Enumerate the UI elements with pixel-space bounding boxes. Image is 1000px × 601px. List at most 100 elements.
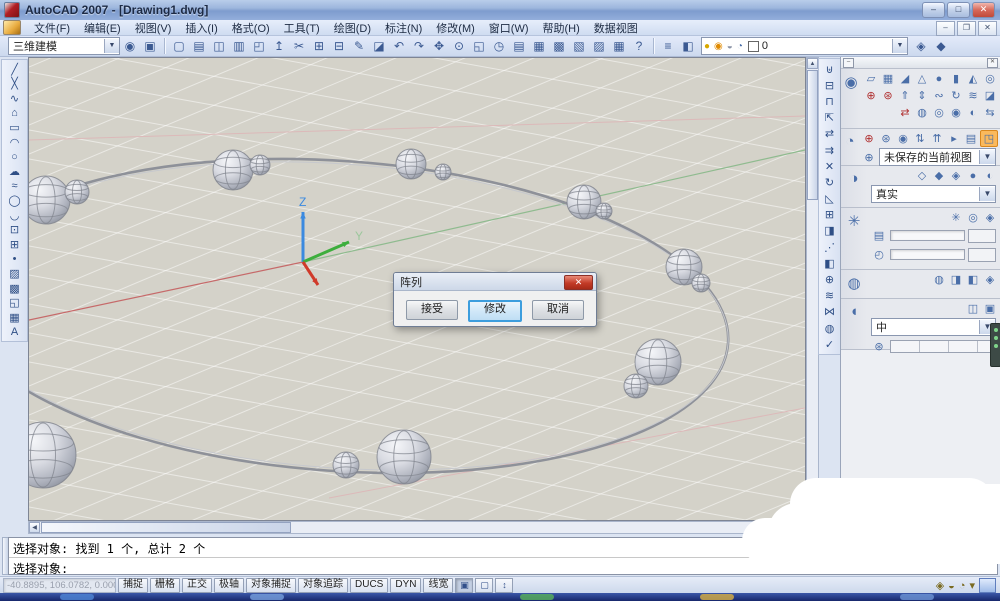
line-icon[interactable]: ╱ bbox=[4, 62, 25, 77]
planar-mapping-icon[interactable]: ◧ bbox=[965, 272, 981, 287]
2d-wireframe-icon[interactable]: ◇ bbox=[914, 168, 930, 183]
statusbar-toggle-正交[interactable]: 正交 bbox=[182, 578, 212, 593]
subtract-icon[interactable]: ◎ bbox=[931, 105, 947, 120]
3d-hidden-icon[interactable]: ◈ bbox=[948, 168, 964, 183]
attach-material-icon[interactable]: ◈ bbox=[982, 272, 998, 287]
minimize-button[interactable]: – bbox=[922, 2, 945, 18]
conceptual-style-icon[interactable]: ◐ bbox=[982, 168, 998, 183]
statusbar-toggle-对象追踪[interactable]: 对象追踪 bbox=[298, 578, 348, 593]
subtract-icon[interactable]: ⊟ bbox=[821, 77, 839, 93]
pyramid-icon[interactable]: ◭ bbox=[965, 71, 981, 86]
shell-icon[interactable]: ◍ bbox=[821, 320, 839, 336]
constrained-orbit-icon[interactable]: ⊕ bbox=[861, 131, 877, 146]
chevron-down-icon[interactable]: ▼ bbox=[892, 39, 907, 53]
menu-绘图D[interactable]: 绘图(D) bbox=[327, 19, 378, 37]
visual-style-dropdown[interactable]: 真实 ▼ bbox=[871, 185, 996, 203]
convert-to-solid-icon[interactable]: ⇆ bbox=[982, 105, 998, 120]
layer-freeze-icon[interactable]: ◔ bbox=[737, 41, 743, 52]
status-tray-arrows[interactable]: ↕ bbox=[495, 578, 513, 593]
zoom-realtime-icon[interactable]: ⊙ bbox=[449, 37, 469, 56]
statusbar-toggle-对象捕捉[interactable]: 对象捕捉 bbox=[246, 578, 296, 593]
paper-space-toggle[interactable]: ▢ bbox=[475, 578, 493, 593]
revolve-icon[interactable]: ↻ bbox=[948, 88, 964, 103]
wedge-icon[interactable]: ◢ bbox=[897, 71, 913, 86]
polysolid-icon[interactable]: ▱ bbox=[863, 71, 879, 86]
markup-manager-icon[interactable]: ▨ bbox=[589, 37, 609, 56]
menu-视图V[interactable]: 视图(V) bbox=[128, 19, 179, 37]
perspective-projection-icon[interactable]: ◳ bbox=[980, 130, 998, 147]
hatch-icon[interactable]: ▨ bbox=[4, 266, 25, 281]
ellipse-icon[interactable]: ◯ bbox=[4, 193, 25, 208]
toolbar-lock-icon[interactable]: ◒ bbox=[948, 580, 955, 592]
cone-icon[interactable]: △ bbox=[914, 71, 930, 86]
loft-icon[interactable]: ≋ bbox=[965, 88, 981, 103]
help-icon[interactable]: ? bbox=[629, 37, 649, 56]
offset-faces-icon[interactable]: ⇉ bbox=[821, 142, 839, 158]
make-object-layer-icon[interactable]: ◈ bbox=[911, 37, 931, 56]
sweep-icon[interactable]: ∾ bbox=[931, 88, 947, 103]
plot-icon[interactable]: ▥ bbox=[229, 37, 249, 56]
tool-palettes-icon[interactable]: ▩ bbox=[549, 37, 569, 56]
materials-editor-icon[interactable]: ◍ bbox=[931, 272, 947, 287]
quickcalc-icon[interactable]: ▦ bbox=[609, 37, 629, 56]
extrude-icon[interactable]: ⇑ bbox=[897, 88, 913, 103]
new-light-icon[interactable]: ◈ bbox=[982, 210, 998, 225]
chevron-down-icon[interactable]: ▼ bbox=[979, 150, 995, 164]
dialog-button-修改[interactable]: 修改 bbox=[468, 300, 522, 322]
chevron-down-icon[interactable]: ▼ bbox=[104, 39, 119, 53]
tray-arrow-icon[interactable]: ▾ bbox=[969, 579, 975, 592]
copy-edges-icon[interactable]: ⋰ bbox=[821, 239, 839, 255]
menu-插入I[interactable]: 插入(I) bbox=[178, 19, 224, 37]
coordinate-readout[interactable]: -40.8895, 106.0782, 0.0000 bbox=[3, 578, 116, 593]
walk-icon[interactable]: ⇅ bbox=[912, 131, 928, 146]
render-panel-icon[interactable]: ◖ bbox=[841, 299, 867, 349]
imprint-icon[interactable]: ⊕ bbox=[821, 271, 839, 287]
paste-icon[interactable]: ⊟ bbox=[329, 37, 349, 56]
statusbar-toggle-DUCS[interactable]: DUCS bbox=[350, 578, 388, 593]
horizontal-scrollbar[interactable]: ◀ ▶ bbox=[28, 521, 819, 534]
fly-icon[interactable]: ⇈ bbox=[929, 131, 945, 146]
layer-previous-icon[interactable]: ◆ bbox=[931, 37, 951, 56]
dashboard-close-button[interactable]: ✕ bbox=[987, 58, 998, 68]
plot-preview-icon[interactable]: ◰ bbox=[249, 37, 269, 56]
light-panel-icon[interactable]: ✳ bbox=[841, 208, 867, 269]
revision-cloud-icon[interactable]: ☁ bbox=[4, 164, 25, 179]
dialog-button-接受[interactable]: 接受 bbox=[406, 300, 458, 320]
menu-文件F[interactable]: 文件(F) bbox=[27, 19, 77, 37]
statusbar-toggle-DYN[interactable]: DYN bbox=[390, 578, 421, 593]
make-block-icon[interactable]: ⊞ bbox=[4, 237, 25, 252]
horizontal-scroll-thumb[interactable] bbox=[41, 522, 291, 533]
materials-panel-icon[interactable]: ◍ bbox=[841, 270, 867, 298]
redo-icon[interactable]: ↷ bbox=[409, 37, 429, 56]
save-icon[interactable]: ◫ bbox=[209, 37, 229, 56]
layer-properties-manager-icon[interactable]: ≡ bbox=[658, 37, 678, 56]
animation-icon[interactable]: ▸ bbox=[946, 131, 962, 146]
maximize-button[interactable]: □ bbox=[947, 2, 970, 18]
3d-orbit-icon[interactable]: ⊕ bbox=[863, 88, 879, 103]
construction-line-icon[interactable]: ╳ bbox=[4, 77, 25, 92]
render-side-tab[interactable] bbox=[990, 323, 1000, 367]
move-faces-icon[interactable]: ⇄ bbox=[821, 126, 839, 142]
circle-icon[interactable]: ○ bbox=[4, 150, 25, 165]
model-space-toggle[interactable]: ▣ bbox=[455, 578, 473, 593]
workspace-save-icon[interactable]: ▣ bbox=[140, 37, 160, 56]
extrude-faces-icon[interactable]: ⇱ bbox=[821, 110, 839, 126]
menu-窗口W[interactable]: 窗口(W) bbox=[482, 19, 536, 37]
layer-lock-icon[interactable]: ◒ bbox=[727, 41, 733, 52]
statusbar-toggle-捕捉[interactable]: 捕捉 bbox=[118, 578, 148, 593]
separate-icon[interactable]: ⋈ bbox=[821, 304, 839, 320]
dashboard-collapse-button[interactable]: – bbox=[843, 58, 854, 68]
delete-faces-icon[interactable]: ✕ bbox=[821, 158, 839, 174]
presspull-icon[interactable]: ⇕ bbox=[914, 88, 930, 103]
mdi-restore-button[interactable]: ❐ bbox=[957, 21, 976, 36]
associated-standards-icon[interactable]: ◔ bbox=[959, 580, 966, 592]
zoom-window-icon[interactable]: ◱ bbox=[469, 37, 489, 56]
menu-数据视图[interactable]: 数据视图 bbox=[587, 19, 645, 37]
3d-make-panel-icon[interactable]: ◉ bbox=[841, 69, 861, 128]
check-icon[interactable]: ✓ bbox=[821, 336, 839, 352]
copy-icon[interactable]: ⊞ bbox=[309, 37, 329, 56]
block-editor-icon[interactable]: ◪ bbox=[369, 37, 389, 56]
sky-icon[interactable]: ◎ bbox=[965, 210, 981, 225]
color-faces-icon[interactable]: ◨ bbox=[821, 223, 839, 239]
layer-on-bulb-icon[interactable]: ● bbox=[704, 41, 710, 52]
